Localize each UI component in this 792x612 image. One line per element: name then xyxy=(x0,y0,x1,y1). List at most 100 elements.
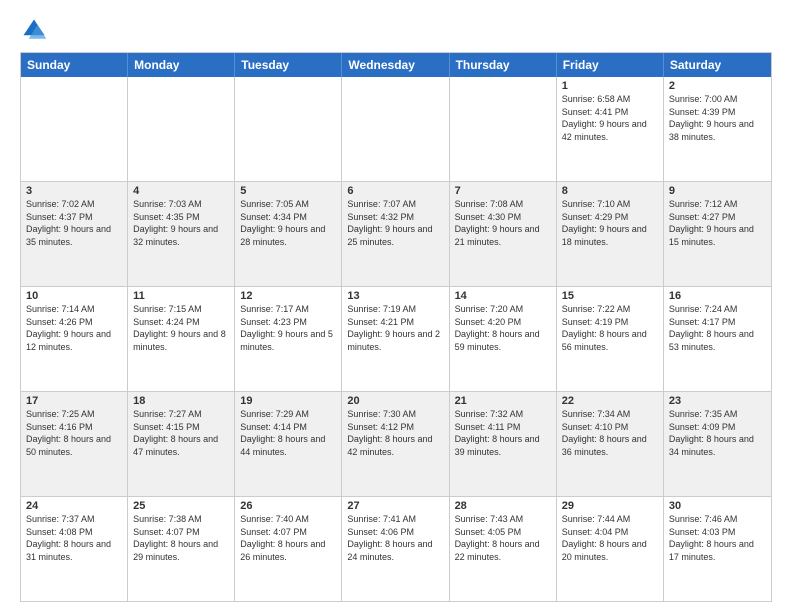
cal-cell-3: 3Sunrise: 7:02 AMSunset: 4:37 PMDaylight… xyxy=(21,182,128,286)
page: SundayMondayTuesdayWednesdayThursdayFrid… xyxy=(0,0,792,612)
cal-cell-8: 8Sunrise: 7:10 AMSunset: 4:29 PMDaylight… xyxy=(557,182,664,286)
day-number: 28 xyxy=(455,500,551,512)
cal-cell-26: 26Sunrise: 7:40 AMSunset: 4:07 PMDayligh… xyxy=(235,497,342,601)
cal-cell-1: 1Sunrise: 6:58 AMSunset: 4:41 PMDaylight… xyxy=(557,77,664,181)
cal-cell-empty xyxy=(21,77,128,181)
cell-info: Sunrise: 7:27 AMSunset: 4:15 PMDaylight:… xyxy=(133,408,229,458)
cell-info: Sunrise: 7:34 AMSunset: 4:10 PMDaylight:… xyxy=(562,408,658,458)
cal-cell-15: 15Sunrise: 7:22 AMSunset: 4:19 PMDayligh… xyxy=(557,287,664,391)
day-number: 16 xyxy=(669,290,766,302)
logo-icon xyxy=(20,16,48,44)
cell-info: Sunrise: 7:17 AMSunset: 4:23 PMDaylight:… xyxy=(240,303,336,353)
cell-info: Sunrise: 7:41 AMSunset: 4:06 PMDaylight:… xyxy=(347,513,443,563)
cal-cell-13: 13Sunrise: 7:19 AMSunset: 4:21 PMDayligh… xyxy=(342,287,449,391)
day-number: 15 xyxy=(562,290,658,302)
cell-info: Sunrise: 7:43 AMSunset: 4:05 PMDaylight:… xyxy=(455,513,551,563)
cal-cell-16: 16Sunrise: 7:24 AMSunset: 4:17 PMDayligh… xyxy=(664,287,771,391)
cell-info: Sunrise: 7:32 AMSunset: 4:11 PMDaylight:… xyxy=(455,408,551,458)
cal-cell-30: 30Sunrise: 7:46 AMSunset: 4:03 PMDayligh… xyxy=(664,497,771,601)
cell-info: Sunrise: 7:37 AMSunset: 4:08 PMDaylight:… xyxy=(26,513,122,563)
day-number: 11 xyxy=(133,290,229,302)
day-number: 21 xyxy=(455,395,551,407)
cell-info: Sunrise: 7:19 AMSunset: 4:21 PMDaylight:… xyxy=(347,303,443,353)
logo xyxy=(20,16,54,44)
calendar-body: 1Sunrise: 6:58 AMSunset: 4:41 PMDaylight… xyxy=(21,77,771,601)
header-day-sunday: Sunday xyxy=(21,53,128,77)
cal-cell-27: 27Sunrise: 7:41 AMSunset: 4:06 PMDayligh… xyxy=(342,497,449,601)
cal-cell-10: 10Sunrise: 7:14 AMSunset: 4:26 PMDayligh… xyxy=(21,287,128,391)
day-number: 14 xyxy=(455,290,551,302)
cal-cell-11: 11Sunrise: 7:15 AMSunset: 4:24 PMDayligh… xyxy=(128,287,235,391)
cell-info: Sunrise: 7:00 AMSunset: 4:39 PMDaylight:… xyxy=(669,93,766,143)
cell-info: Sunrise: 7:03 AMSunset: 4:35 PMDaylight:… xyxy=(133,198,229,248)
header xyxy=(20,16,772,44)
cal-cell-6: 6Sunrise: 7:07 AMSunset: 4:32 PMDaylight… xyxy=(342,182,449,286)
cal-cell-23: 23Sunrise: 7:35 AMSunset: 4:09 PMDayligh… xyxy=(664,392,771,496)
header-day-wednesday: Wednesday xyxy=(342,53,449,77)
cal-cell-20: 20Sunrise: 7:30 AMSunset: 4:12 PMDayligh… xyxy=(342,392,449,496)
day-number: 24 xyxy=(26,500,122,512)
cal-cell-25: 25Sunrise: 7:38 AMSunset: 4:07 PMDayligh… xyxy=(128,497,235,601)
day-number: 10 xyxy=(26,290,122,302)
day-number: 29 xyxy=(562,500,658,512)
day-number: 13 xyxy=(347,290,443,302)
day-number: 3 xyxy=(26,185,122,197)
day-number: 8 xyxy=(562,185,658,197)
calendar-row-4: 24Sunrise: 7:37 AMSunset: 4:08 PMDayligh… xyxy=(21,496,771,601)
cal-cell-7: 7Sunrise: 7:08 AMSunset: 4:30 PMDaylight… xyxy=(450,182,557,286)
cell-info: Sunrise: 7:15 AMSunset: 4:24 PMDaylight:… xyxy=(133,303,229,353)
cell-info: Sunrise: 6:58 AMSunset: 4:41 PMDaylight:… xyxy=(562,93,658,143)
cell-info: Sunrise: 7:08 AMSunset: 4:30 PMDaylight:… xyxy=(455,198,551,248)
day-number: 2 xyxy=(669,80,766,92)
calendar-row-3: 17Sunrise: 7:25 AMSunset: 4:16 PMDayligh… xyxy=(21,391,771,496)
header-day-thursday: Thursday xyxy=(450,53,557,77)
cell-info: Sunrise: 7:29 AMSunset: 4:14 PMDaylight:… xyxy=(240,408,336,458)
cell-info: Sunrise: 7:40 AMSunset: 4:07 PMDaylight:… xyxy=(240,513,336,563)
day-number: 7 xyxy=(455,185,551,197)
cell-info: Sunrise: 7:02 AMSunset: 4:37 PMDaylight:… xyxy=(26,198,122,248)
day-number: 12 xyxy=(240,290,336,302)
calendar-row-0: 1Sunrise: 6:58 AMSunset: 4:41 PMDaylight… xyxy=(21,77,771,181)
day-number: 26 xyxy=(240,500,336,512)
day-number: 4 xyxy=(133,185,229,197)
cal-cell-28: 28Sunrise: 7:43 AMSunset: 4:05 PMDayligh… xyxy=(450,497,557,601)
cell-info: Sunrise: 7:05 AMSunset: 4:34 PMDaylight:… xyxy=(240,198,336,248)
header-day-tuesday: Tuesday xyxy=(235,53,342,77)
cal-cell-21: 21Sunrise: 7:32 AMSunset: 4:11 PMDayligh… xyxy=(450,392,557,496)
cell-info: Sunrise: 7:20 AMSunset: 4:20 PMDaylight:… xyxy=(455,303,551,353)
cal-cell-12: 12Sunrise: 7:17 AMSunset: 4:23 PMDayligh… xyxy=(235,287,342,391)
cell-info: Sunrise: 7:46 AMSunset: 4:03 PMDaylight:… xyxy=(669,513,766,563)
cal-cell-19: 19Sunrise: 7:29 AMSunset: 4:14 PMDayligh… xyxy=(235,392,342,496)
day-number: 27 xyxy=(347,500,443,512)
header-day-monday: Monday xyxy=(128,53,235,77)
cal-cell-29: 29Sunrise: 7:44 AMSunset: 4:04 PMDayligh… xyxy=(557,497,664,601)
cal-cell-empty xyxy=(128,77,235,181)
cal-cell-4: 4Sunrise: 7:03 AMSunset: 4:35 PMDaylight… xyxy=(128,182,235,286)
header-day-saturday: Saturday xyxy=(664,53,771,77)
header-day-friday: Friday xyxy=(557,53,664,77)
cell-info: Sunrise: 7:24 AMSunset: 4:17 PMDaylight:… xyxy=(669,303,766,353)
cal-cell-18: 18Sunrise: 7:27 AMSunset: 4:15 PMDayligh… xyxy=(128,392,235,496)
day-number: 20 xyxy=(347,395,443,407)
cell-info: Sunrise: 7:14 AMSunset: 4:26 PMDaylight:… xyxy=(26,303,122,353)
day-number: 1 xyxy=(562,80,658,92)
day-number: 6 xyxy=(347,185,443,197)
cal-cell-empty xyxy=(235,77,342,181)
cal-cell-9: 9Sunrise: 7:12 AMSunset: 4:27 PMDaylight… xyxy=(664,182,771,286)
cell-info: Sunrise: 7:12 AMSunset: 4:27 PMDaylight:… xyxy=(669,198,766,248)
cal-cell-empty xyxy=(342,77,449,181)
calendar-row-2: 10Sunrise: 7:14 AMSunset: 4:26 PMDayligh… xyxy=(21,286,771,391)
cal-cell-2: 2Sunrise: 7:00 AMSunset: 4:39 PMDaylight… xyxy=(664,77,771,181)
cal-cell-14: 14Sunrise: 7:20 AMSunset: 4:20 PMDayligh… xyxy=(450,287,557,391)
cal-cell-5: 5Sunrise: 7:05 AMSunset: 4:34 PMDaylight… xyxy=(235,182,342,286)
day-number: 19 xyxy=(240,395,336,407)
day-number: 5 xyxy=(240,185,336,197)
day-number: 17 xyxy=(26,395,122,407)
day-number: 30 xyxy=(669,500,766,512)
cell-info: Sunrise: 7:22 AMSunset: 4:19 PMDaylight:… xyxy=(562,303,658,353)
cal-cell-17: 17Sunrise: 7:25 AMSunset: 4:16 PMDayligh… xyxy=(21,392,128,496)
cal-cell-empty xyxy=(450,77,557,181)
cell-info: Sunrise: 7:07 AMSunset: 4:32 PMDaylight:… xyxy=(347,198,443,248)
cal-cell-24: 24Sunrise: 7:37 AMSunset: 4:08 PMDayligh… xyxy=(21,497,128,601)
cell-info: Sunrise: 7:10 AMSunset: 4:29 PMDaylight:… xyxy=(562,198,658,248)
